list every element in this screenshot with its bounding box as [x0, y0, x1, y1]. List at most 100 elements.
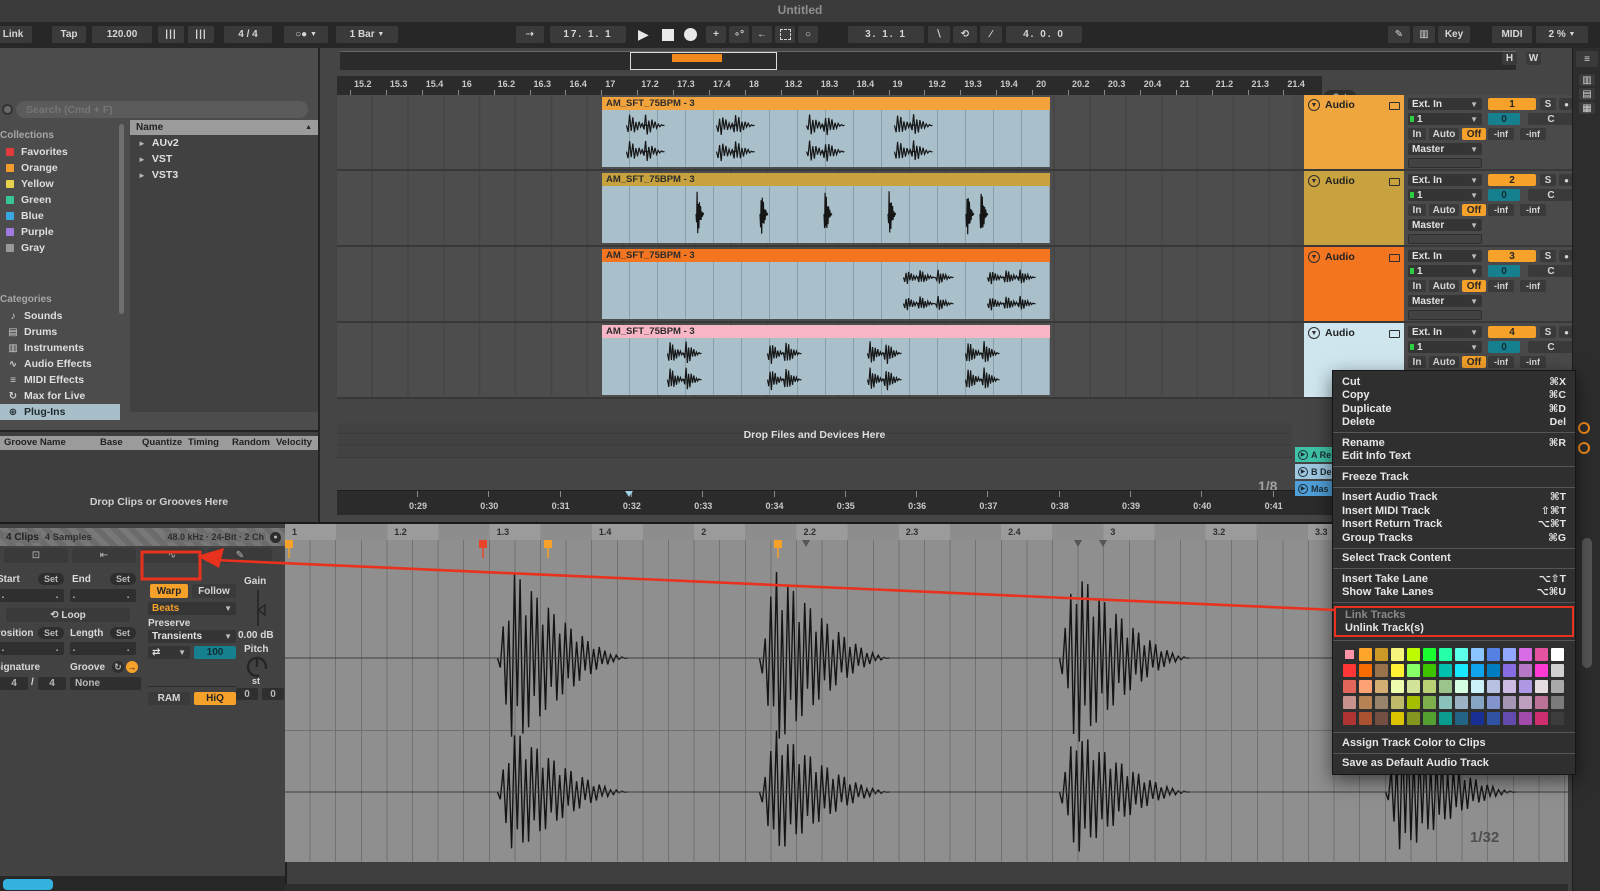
- groove-commit-icon[interactable]: ↻: [112, 661, 124, 673]
- output-menu[interactable]: Master▼: [1408, 295, 1482, 307]
- monitor-in-button[interactable]: In: [1408, 280, 1426, 292]
- time-ruler[interactable]: 0:290:300:310:320:330:340:350:360:370:38…: [337, 490, 1337, 515]
- monitor-auto-button[interactable]: Auto: [1429, 280, 1459, 292]
- solo-button[interactable]: S: [1540, 174, 1556, 186]
- track-header[interactable]: ▼AudioExt. In▼1▼InAutoOffMaster▼3S●0C-in…: [1292, 247, 1574, 323]
- session-record-button[interactable]: ○: [798, 26, 818, 43]
- sidebar-scrollbar[interactable]: [119, 124, 124, 314]
- groove-value[interactable]: None: [70, 677, 141, 690]
- menu-item-select-track-content[interactable]: Select Track Content: [1333, 552, 1575, 566]
- start-value[interactable]: . .: [0, 589, 64, 602]
- key-map-button[interactable]: Key: [1438, 26, 1470, 43]
- menu-item-cut[interactable]: Cut⌘X: [1333, 375, 1575, 389]
- color-swatch[interactable]: [1551, 712, 1564, 725]
- color-swatch[interactable]: [1359, 712, 1372, 725]
- color-swatch[interactable]: [1455, 696, 1468, 709]
- browser-item[interactable]: ►AUv2: [130, 135, 318, 151]
- solo-button[interactable]: S: [1540, 98, 1556, 110]
- overview-w-button[interactable]: W: [1526, 52, 1541, 65]
- color-swatch[interactable]: [1551, 680, 1564, 693]
- sidebar-item-collection[interactable]: Orange: [0, 160, 118, 176]
- play-button[interactable]: ▶: [638, 27, 654, 43]
- color-swatch[interactable]: [1423, 696, 1436, 709]
- send-b-field[interactable]: -inf: [1520, 280, 1546, 292]
- panel-hscroll-thumb[interactable]: [3, 879, 53, 890]
- color-swatch[interactable]: [1519, 664, 1532, 677]
- groove-column-header[interactable]: Groove Name: [4, 437, 66, 448]
- signature-denominator[interactable]: 4: [38, 677, 66, 690]
- color-swatch[interactable]: [1439, 712, 1452, 725]
- clip-lock-icon[interactable]: ●: [270, 532, 281, 543]
- quantize-menu[interactable]: 1 Bar ▼: [336, 26, 398, 43]
- stop-button[interactable]: [662, 29, 674, 41]
- menu-item-insert-return-track[interactable]: Insert Return Track⌥⌘T: [1333, 518, 1575, 532]
- color-swatch[interactable]: [1375, 680, 1388, 693]
- insert-marker-icon[interactable]: [625, 491, 633, 497]
- track-number-arm[interactable]: 3: [1488, 250, 1536, 262]
- groove-column-header[interactable]: Quantize: [142, 437, 182, 448]
- sidebar-item-category[interactable]: ↻Max for Live: [0, 388, 120, 404]
- track-number-arm[interactable]: 2: [1488, 174, 1536, 186]
- link-button[interactable]: Link: [0, 26, 32, 43]
- color-swatch[interactable]: [1519, 680, 1532, 693]
- editor-hscroll-track[interactable]: [285, 884, 1568, 891]
- color-swatch[interactable]: [1407, 664, 1420, 677]
- color-swatch[interactable]: [1407, 680, 1420, 693]
- color-swatch[interactable]: [1423, 712, 1436, 725]
- punch-in-button[interactable]: ∖: [928, 26, 950, 43]
- color-swatch[interactable]: [1343, 680, 1356, 693]
- cpu-load-meter[interactable]: 2 % ▼: [1536, 26, 1588, 43]
- track-name[interactable]: Audio: [1325, 175, 1389, 187]
- track-fold-icon[interactable]: ▼: [1308, 99, 1320, 111]
- overdub-button[interactable]: +: [706, 26, 726, 43]
- arrangement-clip[interactable]: AM_SFT_75BPM - 3: [602, 325, 1050, 395]
- menu-item-rename[interactable]: Rename⌘R: [1333, 436, 1575, 450]
- track-lane[interactable]: AM_SFT_75BPM - 3: [337, 247, 1292, 323]
- return-fold-icon[interactable]: [1578, 442, 1590, 454]
- color-swatch[interactable]: [1471, 712, 1484, 725]
- re-enable-automation-button[interactable]: ←: [752, 26, 772, 43]
- color-swatch[interactable]: [1391, 648, 1404, 661]
- sidebar-item-collection[interactable]: Purple: [0, 224, 118, 240]
- color-swatch[interactable]: [1391, 696, 1404, 709]
- color-swatch[interactable]: [1375, 648, 1388, 661]
- track-color-area[interactable]: ▼Audio: [1304, 95, 1404, 169]
- sidebar-item-category[interactable]: ▤Drums: [0, 324, 120, 340]
- follow-button[interactable]: ⇢: [516, 26, 544, 43]
- color-swatch[interactable]: [1535, 696, 1548, 709]
- color-swatch[interactable]: [1391, 664, 1404, 677]
- color-swatch[interactable]: [1455, 712, 1468, 725]
- capture-button[interactable]: [775, 26, 795, 43]
- warp-marker-icon[interactable]: [479, 540, 487, 558]
- menu-item-assign-track-color-to-clips[interactable]: Assign Track Color to Clips: [1333, 736, 1575, 750]
- input-type-menu[interactable]: Ext. In▼: [1408, 250, 1482, 262]
- arrangement-position-field[interactable]: 17. 1. 1: [550, 26, 626, 43]
- monitor-in-button[interactable]: In: [1408, 356, 1426, 368]
- input-channel-menu[interactable]: 1▼: [1408, 265, 1482, 277]
- loop-button[interactable]: ⟲: [953, 26, 977, 43]
- color-swatch[interactable]: [1439, 696, 1452, 709]
- track-lane[interactable]: AM_SFT_75BPM - 3: [337, 171, 1292, 247]
- tab-envelopes[interactable]: ✎: [208, 548, 272, 563]
- menu-item-insert-midi-track[interactable]: Insert MIDI Track⇧⌘T: [1333, 504, 1575, 518]
- color-swatch[interactable]: [1487, 648, 1500, 661]
- color-swatch[interactable]: [1343, 696, 1356, 709]
- groove-column-header[interactable]: Timing: [188, 437, 219, 448]
- warp-marker-icon[interactable]: [544, 540, 552, 558]
- pan-field[interactable]: C: [1528, 189, 1574, 201]
- pan-field[interactable]: C: [1528, 113, 1574, 125]
- sidebar-item-collection[interactable]: Favorites: [0, 144, 118, 160]
- position-set-button[interactable]: Set: [38, 627, 64, 639]
- pitch-fine-value[interactable]: 0: [262, 688, 284, 700]
- clip-title-bar[interactable]: AM_SFT_75BPM - 3: [602, 97, 1050, 110]
- output-menu[interactable]: Master▼: [1408, 219, 1482, 231]
- track-name[interactable]: Audio: [1325, 251, 1389, 263]
- end-value[interactable]: . .: [70, 589, 136, 602]
- monitor-off-button[interactable]: Off: [1462, 280, 1486, 292]
- loop-length-field[interactable]: 4. 0. 0: [1006, 26, 1082, 43]
- color-swatch[interactable]: [1503, 696, 1516, 709]
- track-number-arm[interactable]: 4: [1488, 326, 1536, 338]
- tab-sample[interactable]: ∿: [140, 548, 204, 563]
- volume-field[interactable]: 0: [1488, 189, 1520, 201]
- input-type-menu[interactable]: Ext. In▼: [1408, 174, 1482, 186]
